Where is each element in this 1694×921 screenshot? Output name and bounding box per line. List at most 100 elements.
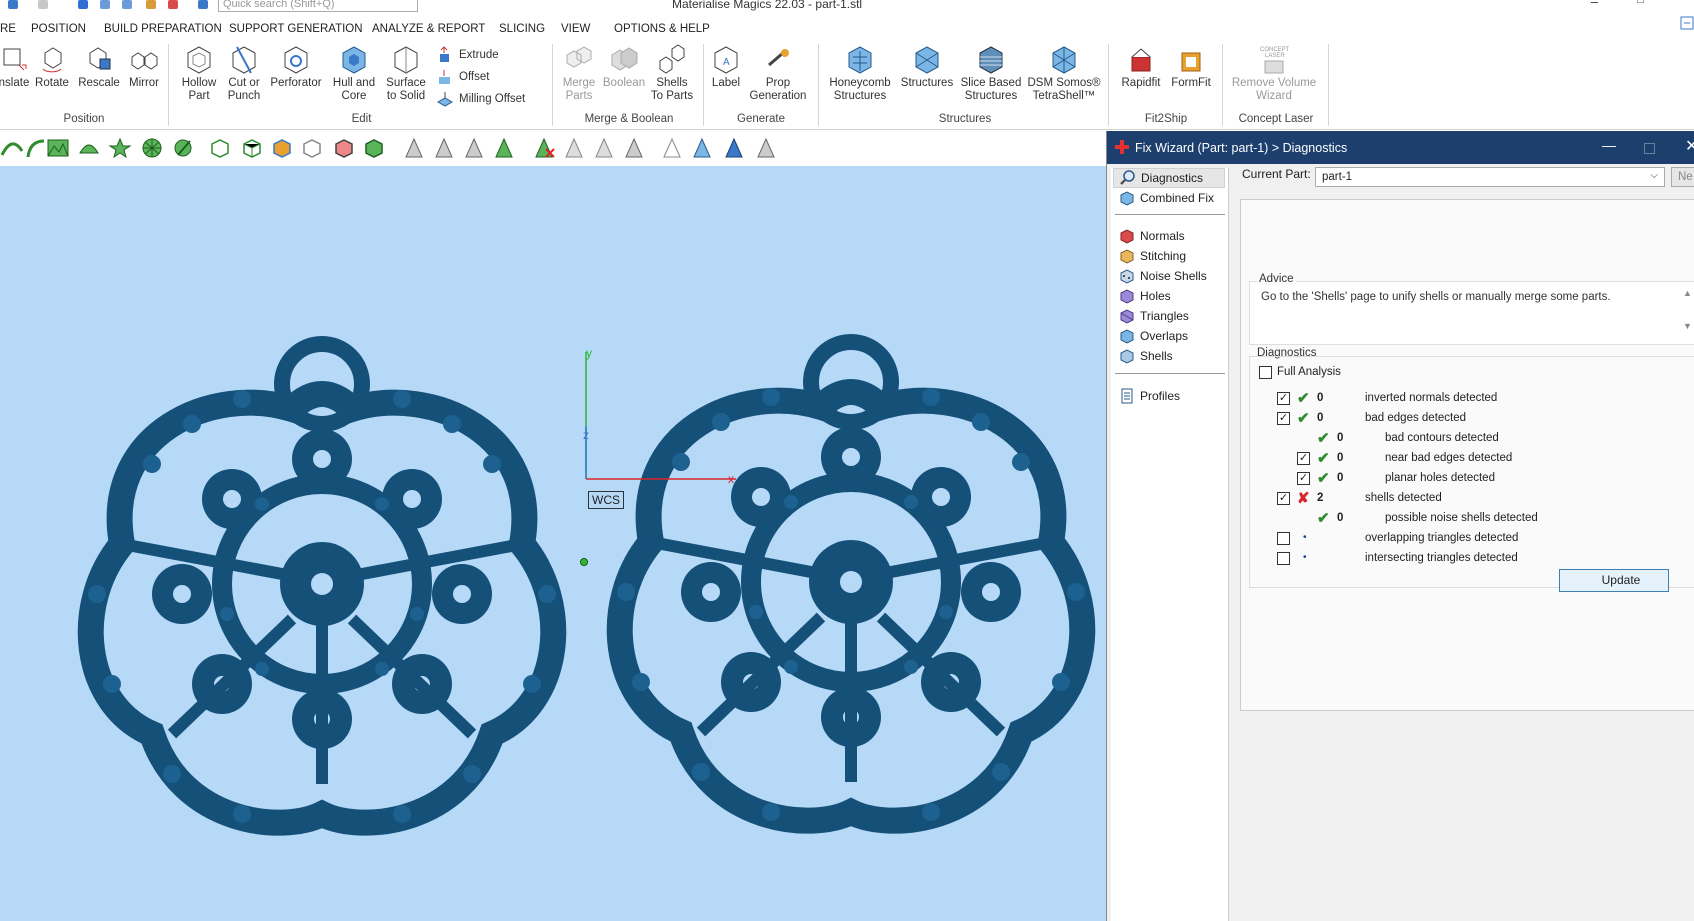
nav-item-profiles[interactable]: Profiles: [1113, 386, 1225, 406]
part-left-pendant[interactable]: [88, 344, 556, 823]
fix-wizard-minimize-button[interactable]: —: [1602, 137, 1616, 153]
menu-position[interactable]: POSITION: [31, 23, 86, 35]
diagnostic-checkbox[interactable]: [1277, 552, 1290, 565]
delete-icon[interactable]: [168, 0, 178, 9]
cube-tool-icon[interactable]: [208, 137, 232, 159]
zoom-icon[interactable]: [146, 0, 156, 9]
nav-item-overlaps[interactable]: Overlaps: [1113, 326, 1225, 346]
rescale-button[interactable]: Rescale: [77, 43, 121, 90]
menu-options-help[interactable]: OPTIONS & HELP: [614, 23, 710, 35]
triangle-tool-icon[interactable]: [492, 137, 516, 159]
diagnostic-checkbox[interactable]: [1277, 532, 1290, 545]
nav-item-shells[interactable]: Shells: [1113, 346, 1225, 366]
nav-item-stitching[interactable]: Stitching: [1113, 246, 1225, 266]
curve-tool-icon[interactable]: [0, 137, 24, 159]
nav-item-noise-shells[interactable]: Noise Shells: [1113, 266, 1225, 286]
full-analysis-checkbox[interactable]: [1259, 366, 1272, 379]
shells-to-parts-button[interactable]: Shells To Parts: [650, 43, 694, 103]
triangle-tool-icon[interactable]: [690, 137, 714, 159]
label-button[interactable]: A Label: [708, 43, 744, 90]
panel-toggle-icon[interactable]: [1680, 14, 1694, 36]
triangle-tool-icon[interactable]: [660, 137, 684, 159]
diagnostic-checkbox[interactable]: ✓: [1277, 392, 1290, 405]
redo-icon[interactable]: [38, 0, 48, 9]
maximize-button[interactable]: □: [1637, 0, 1644, 6]
nav-item-diagnostics[interactable]: Diagnostics: [1113, 168, 1225, 188]
triangle-tool-icon[interactable]: [622, 137, 646, 159]
minimize-button[interactable]: –: [1591, 0, 1598, 9]
triangle-tool-icon[interactable]: [754, 137, 778, 159]
scroll-down-icon[interactable]: ▼: [1683, 321, 1692, 331]
prop-generation-button[interactable]: Prop Generation: [747, 43, 809, 103]
menu-analyze-report[interactable]: ANALYZE & REPORT: [372, 23, 485, 35]
ribbon-separator: [818, 44, 819, 126]
menu-file[interactable]: RE: [0, 23, 16, 35]
boolean-button[interactable]: Boolean: [601, 43, 647, 90]
menu-view[interactable]: VIEW: [561, 23, 590, 35]
quick-search-input[interactable]: Quick search (Shift+Q): [218, 0, 418, 12]
honeycomb-structures-button[interactable]: Honeycomb Structures: [826, 43, 894, 103]
cube-tool-icon[interactable]: [332, 137, 356, 159]
dsm-somos-tetrashell-button[interactable]: DSM Somos® TetraShell™: [1026, 43, 1102, 103]
menu-support-generation[interactable]: SUPPORT GENERATION: [229, 23, 363, 35]
star-tool-icon[interactable]: [108, 137, 132, 159]
fix-wizard-close-button[interactable]: ✕: [1685, 136, 1694, 156]
cube-tool-icon[interactable]: [362, 137, 386, 159]
triangle-tool-icon[interactable]: [462, 137, 486, 159]
cut-or-punch-button[interactable]: Cut or Punch: [222, 43, 266, 103]
select-icon[interactable]: [78, 0, 88, 9]
formfit-button[interactable]: FormFit: [1168, 43, 1214, 90]
copy-icon[interactable]: [122, 0, 132, 9]
extrude-button[interactable]: Extrude: [436, 46, 499, 64]
shell-tool-icon[interactable]: [77, 137, 101, 159]
menu-slicing[interactable]: SLICING: [499, 23, 545, 35]
hull-and-core-button[interactable]: Hull and Core: [328, 43, 380, 103]
nav-item-holes[interactable]: Holes: [1113, 286, 1225, 306]
triangle-tool-icon[interactable]: [722, 137, 746, 159]
structures-button[interactable]: Structures: [898, 43, 956, 90]
3d-viewport[interactable]: y z x WCS: [0, 166, 1106, 921]
perforator-button[interactable]: Perforator: [266, 43, 326, 90]
pivot-point[interactable]: [580, 558, 588, 566]
nav-item-combined-fix[interactable]: Combined Fix: [1113, 188, 1225, 208]
part-right-pendant[interactable]: [617, 342, 1085, 821]
curve-tool-icon[interactable]: [24, 137, 48, 159]
surface-to-solid-button[interactable]: Surface to Solid: [381, 43, 431, 103]
triangle-tool-icon[interactable]: [562, 137, 586, 159]
current-part-select[interactable]: part-1 ⌵: [1315, 167, 1665, 187]
leaf-tool-icon[interactable]: [172, 137, 196, 159]
update-button[interactable]: Update: [1559, 569, 1669, 592]
triangle-tool-icon[interactable]: [432, 137, 456, 159]
mirror-button[interactable]: Mirror: [124, 43, 164, 90]
translate-button[interactable]: nslate: [0, 43, 34, 90]
triangle-delete-icon[interactable]: [532, 137, 556, 159]
menu-build-preparation[interactable]: BUILD PREPARATION: [104, 23, 222, 35]
diagnostic-checkbox[interactable]: ✓: [1297, 472, 1310, 485]
nav-item-triangles[interactable]: Triangles: [1113, 306, 1225, 326]
merge-parts-button[interactable]: Merge Parts: [558, 43, 600, 103]
wheel-tool-icon[interactable]: [140, 137, 164, 159]
rapidfit-button[interactable]: Rapidfit: [1116, 43, 1166, 90]
scroll-up-icon[interactable]: ▲: [1683, 288, 1692, 298]
next-button[interactable]: Ne: [1671, 167, 1694, 187]
remove-volume-wizard-button[interactable]: CONCEPT LASER Remove Volume Wizard: [1228, 43, 1320, 103]
group-label-concept-laser: Concept Laser: [1238, 113, 1314, 125]
hollow-part-button[interactable]: Hollow Part: [176, 43, 222, 103]
diagnostic-checkbox[interactable]: ✓: [1277, 412, 1290, 425]
undo-icon[interactable]: [8, 0, 18, 9]
milling-offset-button[interactable]: Milling Offset: [436, 90, 525, 108]
cube-tool-icon[interactable]: [240, 137, 264, 159]
diagnostic-checkbox[interactable]: ✓: [1277, 492, 1290, 505]
offset-button[interactable]: Offset: [436, 68, 489, 86]
nav-item-normals[interactable]: Normals: [1113, 226, 1225, 246]
mesh-tool-icon[interactable]: [46, 137, 70, 159]
fix-wizard-maximize-button[interactable]: [1644, 143, 1655, 154]
triangle-tool-icon[interactable]: [402, 137, 426, 159]
triangle-tool-icon[interactable]: [592, 137, 616, 159]
diagnostic-checkbox[interactable]: ✓: [1297, 452, 1310, 465]
select-triangle-icon[interactable]: [100, 0, 110, 9]
slice-based-structures-button[interactable]: Slice Based Structures: [960, 43, 1022, 103]
rotate-button[interactable]: Rotate: [32, 43, 72, 90]
cube-tool-icon[interactable]: [270, 137, 294, 159]
cube-tool-icon[interactable]: [300, 137, 324, 159]
